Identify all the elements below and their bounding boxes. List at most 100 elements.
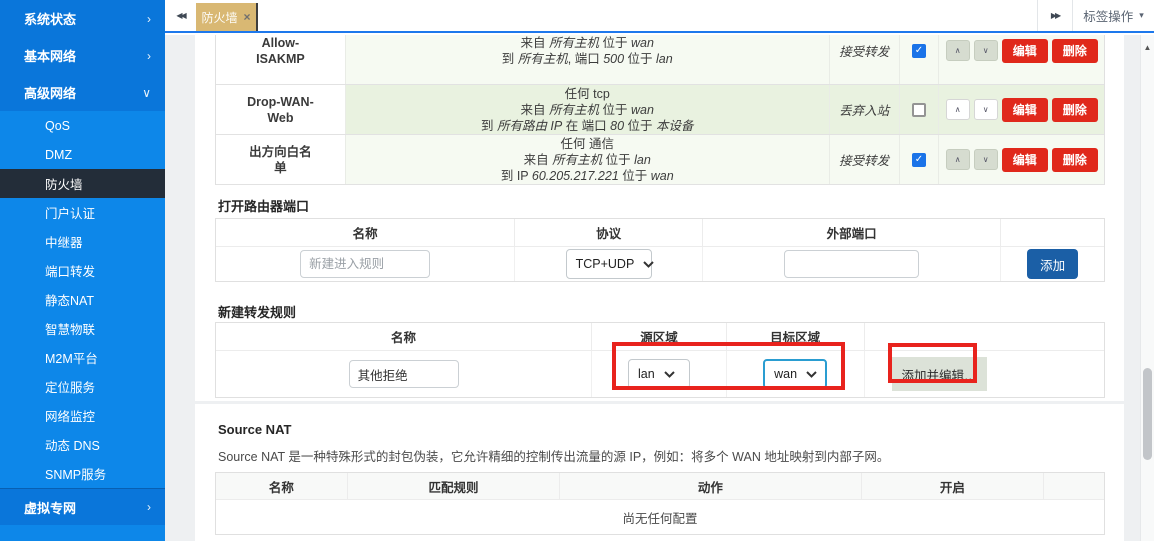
rule-action: 接受转发 [830,135,900,184]
column-header-match: 匹配规则 [348,473,561,500]
src-zone-select-value: lan [638,367,655,381]
edit-button[interactable]: 编辑 [1002,39,1048,63]
chevron-down-icon [664,371,675,378]
chevron-down-icon [806,371,817,378]
scroll-up-icon[interactable]: ▲ [1141,43,1154,52]
sidebar-item-label: 虚拟专网 [24,498,76,517]
sidebar: 系统状态 › 基本网络 › 高级网络 ∨ QoS DMZ 防火墙 门户认证 中继… [0,0,165,541]
add-and-edit-button[interactable]: 添加并编辑… [892,357,987,391]
tab-firewall[interactable]: 防火墙 × [196,3,258,31]
tab-actions-menu[interactable]: 标签操作 ▾ [1072,0,1154,31]
column-header-actions [1044,473,1104,500]
sidebar-item-qos[interactable]: QoS [0,111,165,140]
enable-checkbox[interactable] [912,103,926,117]
rule-name: 出方向白名单 [216,135,346,184]
sidebar-item-system-status[interactable]: 系统状态 › [0,0,165,37]
column-header-name: 名称 [216,473,348,500]
sidebar-item-basic-network[interactable]: 基本网络 › [0,37,165,74]
sidebar-item-static-nat[interactable]: 静态NAT [0,285,165,314]
enable-checkbox[interactable] [912,44,926,58]
move-up-button[interactable]: ∧ [946,99,970,120]
table-row: Drop-WAN-Web 任何 tcp 来自 所有主机 位于 wan 到 所有路… [216,85,1104,135]
section-title-open-ports: 打开路由器端口 [218,196,309,215]
sidebar-item-snmp-service[interactable]: SNMP服务 [0,459,165,488]
add-button[interactable]: 添加 [1027,249,1078,279]
external-port-input[interactable] [784,250,919,278]
sidebar-item-smart-iot[interactable]: 智慧物联 [0,314,165,343]
column-header-dst-zone: 目标区域 [727,323,865,351]
table-row: 出方向白名单 任何 通信 来自 所有主机 位于 lan 到 IP 60.205.… [216,135,1104,185]
sidebar-item-label: 高级网络 [24,83,76,102]
sidebar-item-label: 基本网络 [24,46,76,65]
scrollbar-thumb[interactable] [1143,368,1152,460]
rule-name: Drop-WAN-Web [216,85,346,134]
chevron-right-icon: › [147,12,151,26]
tab-bar: ◀◀ 防火墙 × ▶▶ 标签操作 ▾ [165,0,1154,33]
empty-state-text: 尚无任何配置 [216,500,1104,534]
sidebar-item-portal-auth[interactable]: 门户认证 [0,198,165,227]
sidebar-item-firewall[interactable]: 防火墙 [0,169,165,198]
section-title-new-forward: 新建转发规则 [218,302,296,321]
delete-button[interactable]: 删除 [1052,98,1098,122]
src-zone-select[interactable]: lan [628,359,690,389]
edit-button[interactable]: 编辑 [1002,98,1048,122]
source-nat-description: Source NAT 是一种特殊形式的封包伪装，它允许精细的控制传出流量的源 I… [218,446,889,465]
sidebar-item-label: 系统状态 [24,9,76,28]
new-forward-table: 名称 源区域 目标区域 lan wan [215,322,1105,398]
sidebar-item-repeater[interactable]: 中继器 [0,227,165,256]
new-rule-name-input[interactable] [300,250,430,278]
move-down-button[interactable]: ∨ [974,40,998,61]
column-header-protocol: 协议 [515,219,703,247]
chevron-down-icon: ∨ [142,86,151,100]
protocol-select[interactable]: TCP+UDP [566,249,652,279]
column-header-name: 名称 [216,219,515,247]
chevron-right-icon: › [147,49,151,63]
rule-action: 丢弃入站 [830,85,900,134]
sidebar-item-location-service[interactable]: 定位服务 [0,372,165,401]
content-area: Allow-ISAKMP 来自 所有主机 位于 wan 到 所有主机, 端口 5… [165,35,1154,541]
source-nat-table: 名称 匹配规则 动作 开启 尚无任何配置 [215,472,1105,535]
tab-scroll-left-button[interactable]: ◀◀ [165,0,196,31]
edit-button[interactable]: 编辑 [1002,148,1048,172]
tab-scroll-right-button[interactable]: ▶▶ [1037,0,1072,31]
move-down-button[interactable]: ∨ [974,149,998,170]
move-up-button[interactable]: ∧ [946,149,970,170]
double-left-arrow-icon: ◀◀ [176,11,184,20]
dst-zone-select-value: wan [774,367,797,381]
enable-checkbox[interactable] [912,153,926,167]
rule-match: 来自 所有主机 位于 wan 到 所有主机, 端口 500 位于 lan [346,35,830,84]
chevron-right-icon: › [147,500,151,514]
column-header-actions [1001,219,1104,247]
firewall-panel: Allow-ISAKMP 来自 所有主机 位于 wan 到 所有主机, 端口 5… [195,35,1124,401]
tab-label: 防火墙 [201,9,237,26]
traffic-rules-table: Allow-ISAKMP 来自 所有主机 位于 wan 到 所有主机, 端口 5… [215,35,1105,185]
delete-button[interactable]: 删除 [1052,39,1098,63]
sidebar-item-vpn[interactable]: 虚拟专网 › [0,488,165,525]
rule-match: 任何 通信 来自 所有主机 位于 lan 到 IP 60.205.217.221… [346,135,830,184]
column-header-enable: 开启 [862,473,1045,500]
chevron-down-icon [643,261,654,268]
sidebar-item-port-forward[interactable]: 端口转发 [0,256,165,285]
table-row: Allow-ISAKMP 来自 所有主机 位于 wan 到 所有主机, 端口 5… [216,35,1104,85]
sidebar-item-network-monitor[interactable]: 网络监控 [0,401,165,430]
dst-zone-select[interactable]: wan [763,359,827,389]
column-header-name: 名称 [216,323,592,351]
delete-button[interactable]: 删除 [1052,148,1098,172]
vertical-scrollbar[interactable]: ▲ [1140,35,1154,541]
sidebar-item-dmz[interactable]: DMZ [0,140,165,169]
caret-down-icon: ▾ [1139,10,1144,21]
sidebar-item-advanced-network[interactable]: 高级网络 ∨ [0,74,165,111]
forward-name-input[interactable] [349,360,459,388]
tab-actions-label: 标签操作 [1083,6,1133,25]
rule-match: 任何 tcp 来自 所有主机 位于 wan 到 所有路由 IP 在 端口 80 … [346,85,830,134]
source-nat-panel: Source NAT Source NAT 是一种特殊形式的封包伪装，它允许精细… [195,404,1124,541]
move-up-button[interactable]: ∧ [946,40,970,61]
move-down-button[interactable]: ∨ [974,99,998,120]
rule-action: 接受转发 [830,35,900,84]
double-right-arrow-icon: ▶▶ [1051,11,1059,20]
sidebar-item-dynamic-dns[interactable]: 动态 DNS [0,430,165,459]
open-ports-table: 名称 协议 外部端口 TCP+UDP 添加 [215,218,1105,282]
sidebar-item-m2m-platform[interactable]: M2M平台 [0,343,165,372]
sidebar-submenu: QoS DMZ 防火墙 门户认证 中继器 端口转发 静态NAT 智慧物联 M2M… [0,111,165,488]
close-icon[interactable]: × [244,10,251,24]
